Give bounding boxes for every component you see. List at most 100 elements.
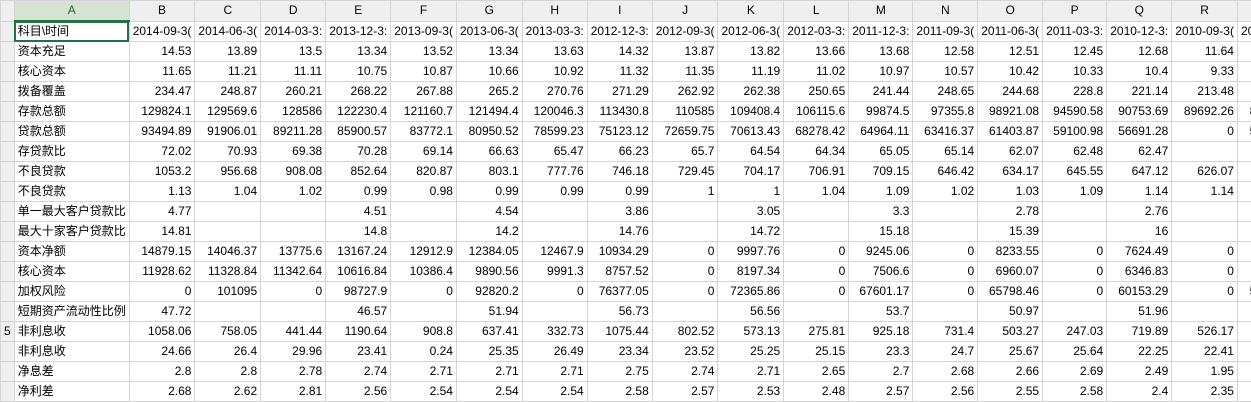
value-cell[interactable]: 91906.01 [194,121,262,142]
row-label-cell[interactable]: 短期资产流动性比例 [13,301,130,322]
value-cell[interactable]: 0 [1042,281,1108,302]
value-cell[interactable]: 0 [128,281,196,302]
value-cell[interactable] [912,201,979,222]
row-label-cell[interactable]: 非利息收 [13,341,130,362]
value-cell[interactable]: 646.42 [912,161,979,182]
value-cell[interactable]: 4.77 [128,201,196,222]
row-label-cell[interactable]: 加权风险 [13,281,130,302]
value-cell[interactable]: 12.51 [977,41,1044,62]
value-cell[interactable]: 59100.98 [1042,121,1108,142]
value-cell[interactable] [783,301,850,322]
value-cell[interactable]: 53493.82 [1236,121,1251,142]
column-header-k[interactable]: K [717,0,785,22]
value-cell[interactable] [783,221,850,242]
value-cell[interactable]: 14.8 [325,221,392,242]
value-cell[interactable]: 262.38 [717,81,785,102]
value-cell[interactable]: 6346.83 [1106,261,1173,282]
value-cell[interactable]: 11.64 [1171,41,1238,62]
value-cell[interactable]: 72659.75 [651,121,719,142]
row-label-cell[interactable]: 存款总额 [13,101,130,122]
value-cell[interactable]: 262.92 [651,81,719,102]
value-cell[interactable]: 2.35 [1171,381,1238,402]
column-header-f[interactable]: F [390,0,457,22]
value-cell[interactable]: 719.89 [1106,321,1173,342]
value-cell[interactable]: 47.72 [128,301,196,322]
column-header-e[interactable]: E [325,0,392,22]
value-cell[interactable]: 4.51 [325,201,392,222]
value-cell[interactable]: 706.91 [783,161,850,182]
value-cell[interactable]: 0 [1171,121,1238,142]
value-cell[interactable] [260,301,327,322]
column-header-g[interactable]: G [455,0,523,22]
value-cell[interactable]: 80950.52 [455,121,523,142]
value-cell[interactable]: 94590.58 [1042,101,1108,122]
value-cell[interactable]: 10.97 [848,61,914,82]
value-cell[interactable]: 15.39 [977,221,1044,242]
value-cell[interactable]: 270.76 [521,81,588,102]
value-cell[interactable]: 2.57 [651,381,719,402]
value-cell[interactable]: 248.87 [194,81,262,102]
value-cell[interactable]: 2.58 [586,381,653,402]
value-cell[interactable]: 12912.9 [390,241,457,262]
value-cell[interactable]: 9991.3 [521,261,588,282]
value-cell[interactable] [1171,221,1238,242]
value-cell[interactable]: 241.44 [848,81,914,102]
value-cell[interactable]: 2.76 [1106,201,1173,222]
value-cell[interactable]: 69.14 [390,141,457,162]
value-cell[interactable]: 68278.42 [783,121,850,142]
value-cell[interactable]: 89692.26 [1171,101,1238,122]
value-cell[interactable]: 6960.07 [977,261,1044,282]
value-cell[interactable]: 22.25 [1106,341,1173,362]
value-cell[interactable]: 0 [390,281,457,302]
row-header[interactable] [0,41,15,62]
value-cell[interactable]: 72.02 [128,141,196,162]
value-cell[interactable] [194,201,262,222]
value-cell[interactable]: 29.96 [260,341,327,362]
value-cell[interactable]: 10386.4 [390,261,457,282]
value-cell[interactable]: 13.34 [455,41,523,62]
value-cell[interactable] [1171,301,1238,322]
value-cell[interactable]: 65.05 [848,141,914,162]
value-cell[interactable]: 268.22 [325,81,392,102]
column-header-r[interactable]: R [1171,0,1238,22]
value-cell[interactable]: 0 [783,241,850,262]
date-header-cell[interactable]: 2013-09-3( [390,20,457,42]
value-cell[interactable]: 626.07 [1171,161,1238,182]
row-label-cell[interactable]: 存贷款比 [13,141,130,162]
value-cell[interactable]: 1.22 [1236,181,1251,202]
row-header[interactable] [0,141,15,162]
value-cell[interactable]: 13.87 [651,41,719,62]
value-cell[interactable]: 10.92 [521,61,588,82]
column-header-h[interactable]: H [521,0,588,22]
value-cell[interactable]: 10.57 [912,61,979,82]
value-cell[interactable]: 1.09 [1042,181,1108,202]
value-cell[interactable]: 10.4 [1106,61,1173,82]
row-label-cell[interactable]: 核心资本 [13,61,130,82]
value-cell[interactable]: 11.65 [128,61,196,82]
value-cell[interactable]: 53.7 [848,301,914,322]
value-cell[interactable]: 4.54 [455,201,523,222]
value-cell[interactable]: 247.03 [1042,321,1108,342]
value-cell[interactable]: 0 [651,261,719,282]
value-cell[interactable]: 0 [1171,241,1238,262]
value-cell[interactable]: 8233.55 [977,241,1044,262]
row-label-cell[interactable]: 净利差 [13,381,130,402]
column-header-m[interactable]: M [848,0,914,22]
row-header[interactable] [0,241,15,262]
value-cell[interactable]: 46.57 [325,301,392,322]
value-cell[interactable]: 63416.37 [912,121,979,142]
select-all-corner[interactable] [0,0,15,22]
value-cell[interactable]: 1.02 [260,181,327,202]
value-cell[interactable]: 2.75 [586,361,653,382]
value-cell[interactable]: 3.05 [717,201,785,222]
value-cell[interactable]: 56.56 [717,301,785,322]
value-cell[interactable]: 11328.84 [194,261,262,282]
value-cell[interactable]: 11.68 [1236,41,1251,62]
value-cell[interactable]: 2.69 [1042,361,1108,382]
value-cell[interactable]: 1190.64 [325,321,392,342]
row-header[interactable] [0,101,15,122]
value-cell[interactable]: 65.7 [651,141,719,162]
value-cell[interactable]: 2.78 [977,201,1044,222]
value-cell[interactable] [260,201,327,222]
value-cell[interactable]: 1.3 [1236,361,1251,382]
